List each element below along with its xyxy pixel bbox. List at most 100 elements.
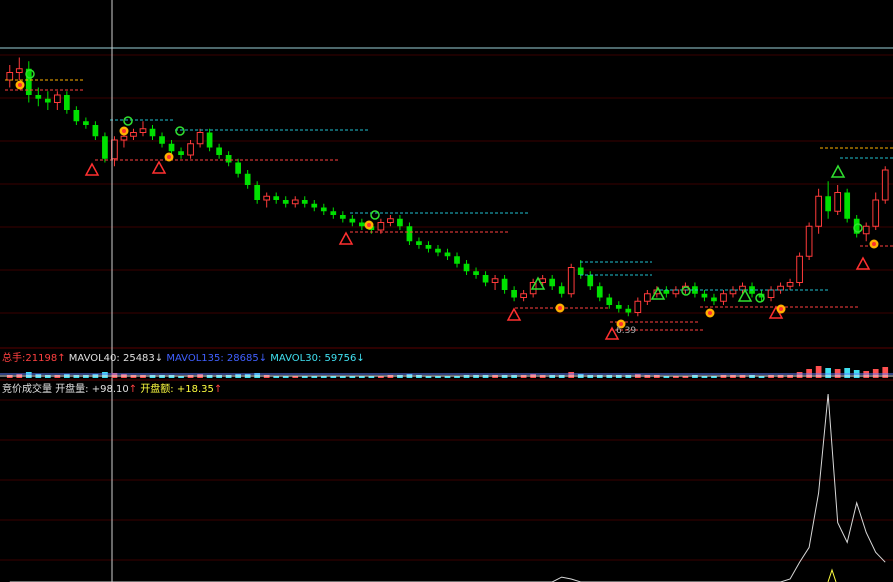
coin-center-icon (167, 155, 171, 159)
candle-body (263, 195, 271, 201)
volume-header-part: MAVOL135: (166, 353, 227, 364)
volume-header-part: ↓ (259, 353, 271, 364)
coin-center-icon (779, 307, 783, 311)
volume-header-part: 21198 (25, 353, 57, 364)
candle-body (491, 278, 499, 283)
candle-body (844, 192, 851, 219)
auction-header-part: 竞价成交量 (2, 382, 55, 395)
volume-header-part: ↓ (155, 353, 167, 364)
volume-bar (796, 372, 803, 378)
candle-body (520, 293, 527, 298)
candle-body (406, 226, 413, 242)
candle-body (482, 275, 489, 283)
candle-body (425, 245, 432, 249)
candle-body (139, 128, 147, 133)
volume-header-part: MAVOL40: (69, 353, 123, 364)
candle-body (558, 286, 565, 294)
candle-body (454, 256, 460, 264)
volume-header-part: ↑ (57, 353, 69, 364)
sell-triangle-icon (338, 231, 354, 245)
volume-header: 总手:21198↑ MAVOL40: 25483↓ MAVOL135: 2868… (2, 351, 365, 364)
candle-body (15, 68, 23, 73)
candle-body (397, 218, 403, 227)
candle-body (796, 255, 803, 283)
coin-center-icon (872, 242, 876, 246)
candle-body (825, 196, 831, 212)
candle-body (549, 278, 556, 287)
coin-center-icon (558, 306, 562, 310)
candle-body (282, 200, 289, 204)
volume-bar (25, 372, 32, 378)
candle-body (862, 225, 870, 235)
candle-body (663, 290, 670, 294)
green-signal-icon (370, 210, 380, 220)
stock-chart: 6.39 总手:21198↑ MAVOL40: 25483↓ MAVOL135: … (0, 0, 893, 582)
auction-header-part: ↑ (214, 384, 222, 395)
candle-body (511, 290, 517, 298)
candle-body (330, 211, 337, 215)
candle-body (463, 263, 470, 272)
candle-body (587, 275, 594, 287)
candle-body (178, 151, 184, 155)
sell-triangle-icon (855, 256, 871, 270)
coin-center-icon (18, 83, 22, 87)
candle-body (254, 185, 261, 200)
volume-header-part: 59756 (325, 353, 357, 364)
candle-body (311, 203, 318, 208)
candle-body (64, 95, 70, 110)
candle-body (44, 98, 51, 103)
sell-triangle-icon (84, 162, 100, 176)
candle-body (701, 293, 708, 298)
candle-body (168, 143, 175, 152)
candle-body (35, 95, 42, 99)
candle-body (301, 200, 308, 204)
candle-body (834, 192, 842, 212)
candle-body (83, 121, 89, 125)
auction-volume-line (9, 393, 886, 582)
volume-header-part: 28685 (227, 353, 259, 364)
candle-body (159, 136, 165, 144)
candle-body (349, 218, 356, 223)
candle-body (672, 289, 680, 295)
candle-body (872, 199, 880, 227)
candle-body (320, 207, 327, 212)
green-signal-icon (175, 126, 185, 136)
candle-body (216, 147, 222, 155)
price-label: 6.39 (616, 326, 636, 336)
candle-body (53, 94, 61, 103)
candle-body (273, 196, 280, 200)
candle-body (786, 282, 794, 287)
coin-center-icon (122, 129, 126, 133)
coin-center-icon (367, 223, 371, 227)
volume-header-part: MAVOL30: (270, 353, 324, 364)
green-signal-icon (123, 116, 133, 126)
candle-body (729, 289, 737, 295)
candle-body (235, 162, 241, 174)
candle-body (225, 155, 232, 163)
auction-marker (827, 568, 837, 582)
candle-body (606, 297, 613, 305)
auction-header-part: +18.35 (174, 384, 214, 395)
candle-body (244, 173, 251, 185)
sell-triangle-icon (151, 160, 167, 174)
candle-body (339, 215, 346, 219)
volume-header-part: 总手: (2, 351, 25, 364)
candle-body (435, 248, 441, 253)
candle-body (615, 305, 622, 309)
auction-header-part: 开盘量: (55, 382, 88, 395)
candle-body (416, 241, 422, 245)
candle-body (92, 125, 99, 137)
candle-body (102, 136, 108, 159)
candle-body (73, 110, 80, 122)
candle-body (291, 199, 299, 205)
candle-body (444, 252, 451, 257)
candle-body (634, 300, 642, 313)
candle-body (359, 222, 365, 227)
coin-center-icon (708, 311, 712, 315)
candle-body (805, 225, 813, 257)
volume-header-part: ↓ (356, 353, 364, 364)
candle-body (501, 278, 508, 290)
auction-header-part: ↑ (129, 384, 141, 395)
candle-body (187, 143, 194, 156)
candle-body (6, 72, 14, 81)
